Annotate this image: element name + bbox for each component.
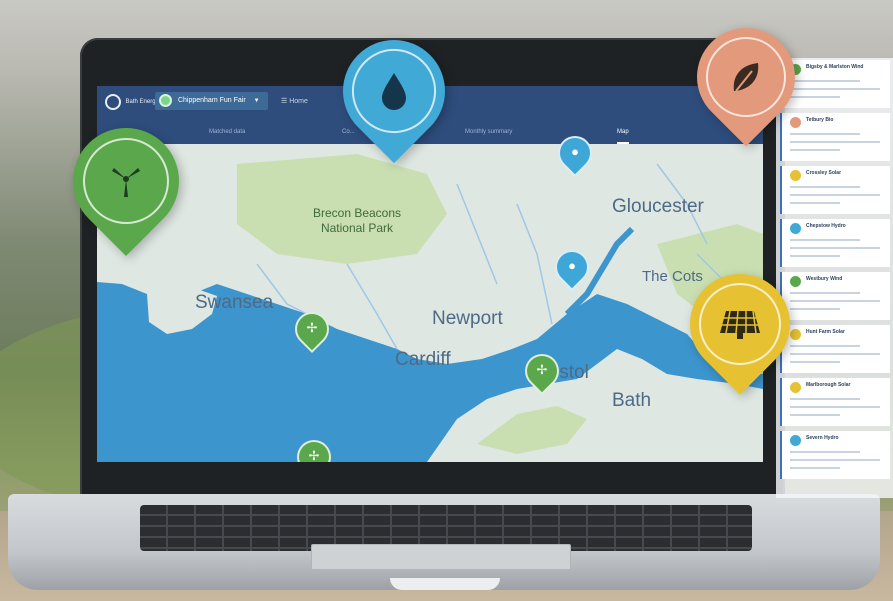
label-bath: Bath [612, 390, 652, 411]
home-link[interactable]: ☰ Home [281, 97, 308, 105]
solar-panel-icon [690, 274, 790, 374]
site-card-title: Chepstow Hydro [806, 223, 846, 229]
card-detail-line [790, 308, 840, 310]
solar-panel-icon [790, 382, 801, 393]
solar-panel-icon [790, 329, 801, 340]
card-detail-line [790, 141, 880, 143]
hydro-pin[interactable] [321, 18, 467, 164]
leaf-icon [697, 28, 795, 126]
wind-turbine-icon: ✢ [306, 320, 318, 335]
wind-pin[interactable] [51, 106, 201, 256]
card-detail-line [790, 467, 840, 469]
label-cardiff: Cardiff [395, 349, 451, 370]
home-link-label: Home [289, 98, 308, 105]
site-status-icon [159, 93, 172, 107]
card-detail-line [790, 88, 880, 90]
card-detail-line [790, 345, 860, 347]
chevron-down-icon: ▼ [253, 98, 260, 104]
card-detail-line [790, 398, 860, 400]
site-card[interactable]: Marlborough Solar [780, 378, 890, 426]
card-detail-line [790, 255, 840, 257]
card-detail-line [790, 414, 840, 416]
logo-ring-icon [105, 94, 121, 110]
card-detail-line [790, 353, 880, 355]
card-detail-line [790, 459, 880, 461]
card-detail-line [790, 133, 860, 135]
card-detail-line [790, 292, 860, 294]
wind-turbine-icon: ✢ [308, 448, 320, 462]
wind-turbine-icon [73, 128, 179, 234]
map-view[interactable]: Gloucester Brecon Beacons National Park … [97, 128, 763, 462]
card-detail-line [790, 80, 860, 82]
label-brecon-line1: Brecon Beacons [312, 206, 402, 220]
site-selector[interactable]: Chippenham Fun Fair ▼ [155, 92, 268, 110]
label-newport: Newport [432, 308, 503, 329]
water-drop-icon [790, 223, 801, 234]
label-gloucester: Gloucester [612, 196, 704, 217]
label-brecon-beacons: Brecon Beacons National Park [297, 206, 417, 236]
solar-pin[interactable] [669, 253, 811, 395]
site-selector-label: Chippenham Fun Fair [177, 97, 246, 104]
card-detail-line [790, 300, 880, 302]
laptop-screen: Bath Energy Chippenham Fun Fair ▼ ☰ Home… [97, 86, 763, 462]
home-icon: ☰ [281, 98, 288, 105]
water-drop-icon [343, 40, 445, 142]
solar-panel-icon [790, 170, 801, 181]
card-detail-line [790, 361, 840, 363]
card-detail-line [790, 239, 860, 241]
tab-matched-data[interactable]: Matched data [209, 120, 245, 144]
label-brecon-line2: National Park [320, 221, 394, 235]
tab-map[interactable]: Map [617, 120, 629, 144]
wind-turbine-icon: ✢ [536, 362, 548, 377]
app-logo[interactable]: Bath Energy [105, 94, 159, 110]
card-detail-line [790, 149, 840, 151]
site-card-title: Bigsby & Marlston Wind [806, 64, 864, 70]
site-card[interactable]: Hunt Farm Solar [780, 325, 890, 373]
water-drop-icon: ● [568, 258, 576, 273]
water-drop-icon: ● [571, 144, 579, 159]
card-detail-line [790, 202, 840, 204]
site-card-title: Crossley Solar [806, 170, 842, 176]
card-detail-line [790, 247, 880, 249]
label-swansea: Swansea [195, 292, 274, 313]
tab-monthly-summary[interactable]: Monthly summary [465, 120, 512, 144]
site-card[interactable]: Crossley Solar [780, 166, 890, 214]
site-card[interactable]: Chepstow Hydro [780, 219, 890, 267]
card-detail-line [790, 186, 860, 188]
label-bristol: istol [555, 362, 589, 383]
laptop-notch [390, 578, 500, 590]
site-card-title: Marlborough Solar [806, 382, 851, 388]
site-card-title: Hunt Farm Solar [806, 329, 845, 335]
site-card-title: Westbury Wind [806, 276, 843, 282]
biomass-pin[interactable] [676, 7, 816, 147]
site-card[interactable]: Severn Hydro [780, 431, 890, 479]
card-detail-line [790, 406, 880, 408]
site-card[interactable]: Westbury Wind [780, 272, 890, 320]
wind-turbine-icon [790, 276, 801, 287]
water-drop-icon [790, 435, 801, 446]
card-detail-line [790, 451, 860, 453]
site-card-title: Tetbury Bio [806, 117, 834, 123]
card-detail-line [790, 96, 840, 98]
logo-text: Bath Energy [125, 99, 159, 105]
site-card[interactable]: Tetbury Bio [780, 113, 890, 161]
site-card[interactable]: Bigsby & Marlston Wind [780, 60, 890, 108]
card-detail-line [790, 194, 880, 196]
trackpad [311, 544, 571, 570]
site-card-title: Severn Hydro [806, 435, 839, 441]
